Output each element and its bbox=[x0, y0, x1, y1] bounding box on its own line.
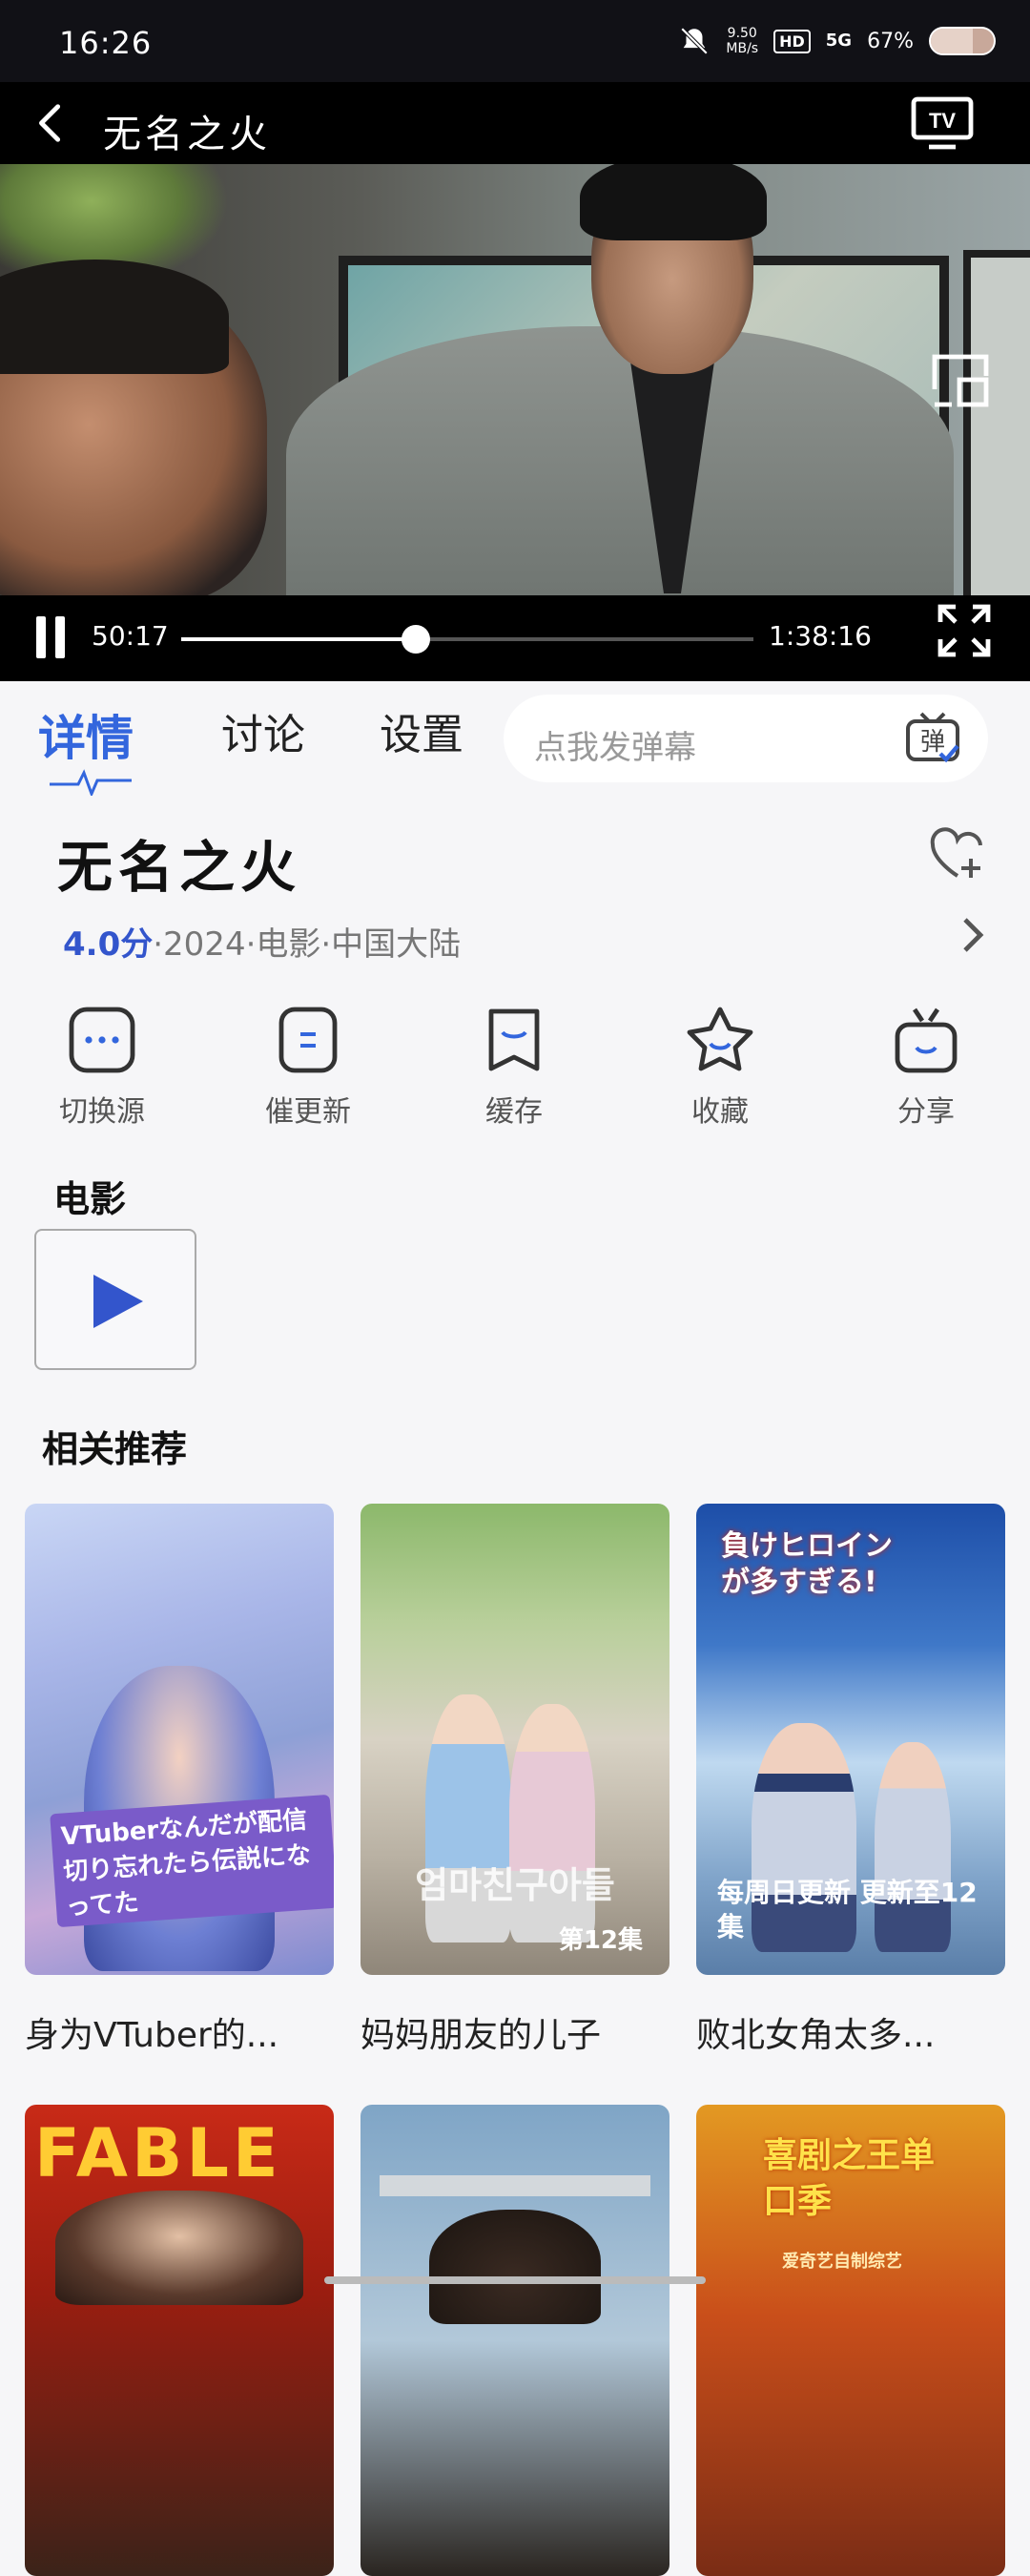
poster-image: FABLE bbox=[25, 2105, 334, 2576]
pause-button[interactable] bbox=[34, 616, 69, 658]
related-card[interactable]: FABLE bbox=[25, 2105, 334, 2576]
video-frame[interactable] bbox=[0, 164, 1030, 595]
related-card[interactable]: 엄마친구아들 第12集 妈妈朋友的儿子 bbox=[360, 1504, 670, 2057]
movie-section-title: 电影 bbox=[53, 1178, 127, 1220]
seek-bar[interactable] bbox=[181, 625, 753, 654]
follow-heart-icon[interactable] bbox=[927, 826, 988, 882]
danmu-icon-label: 弹 bbox=[920, 728, 945, 757]
svg-text:TV: TV bbox=[929, 109, 956, 133]
poster-text: 喜剧之王单口季 bbox=[763, 2136, 936, 2221]
status-bar: 16:26 9.50 MB/s HD 5G 67% bbox=[0, 0, 1030, 82]
share-button[interactable]: 分享 bbox=[855, 992, 998, 1130]
home-indicator[interactable] bbox=[324, 2276, 706, 2284]
chevron-right-icon[interactable] bbox=[961, 916, 986, 954]
action-label: 催更新 bbox=[265, 1095, 351, 1129]
video-meta: 4.0分·2024·电影·中国大陆 bbox=[63, 918, 461, 965]
cache-button[interactable]: 缓存 bbox=[443, 992, 586, 1130]
related-card[interactable]: VTuberなんだが配信切り忘れたら伝説になってた 身为VTuber的... bbox=[25, 1504, 334, 2057]
battery-percent: 67% bbox=[867, 29, 914, 53]
status-icons: 9.50 MB/s HD 5G 67% bbox=[678, 25, 996, 57]
video-title: 无名之火 bbox=[57, 835, 302, 900]
star-icon bbox=[687, 1007, 753, 1071]
related-title: 身为VTuber的... bbox=[25, 2016, 279, 2055]
fullscreen-icon[interactable] bbox=[937, 603, 992, 658]
poster-image bbox=[360, 2105, 670, 2576]
more-icon bbox=[69, 1007, 135, 1073]
episode-play-button[interactable] bbox=[34, 1229, 196, 1370]
tab-details[interactable]: 详情 bbox=[38, 700, 134, 769]
poster-text: 第12集 bbox=[558, 1926, 643, 1955]
battery-icon bbox=[929, 27, 996, 55]
share-icon bbox=[895, 1008, 958, 1073]
signal-icon: 5G bbox=[825, 31, 853, 51]
hd-badge: HD bbox=[773, 29, 811, 53]
meta-info: ·2024·电影·中国大陆 bbox=[153, 925, 462, 964]
player-header: 无名之火 TV bbox=[0, 82, 1030, 164]
urge-update-button[interactable]: 催更新 bbox=[237, 992, 380, 1130]
poster-image: 喜剧之王单口季 爱奇艺自制综艺 bbox=[696, 2105, 1005, 2576]
tab-bar: 详情 讨论 设置 点我发弹幕 弹 bbox=[0, 681, 1030, 805]
download-icon bbox=[488, 1008, 540, 1071]
poster-text: 每周日更新 更新至12集 bbox=[717, 1877, 978, 1942]
poster-text: VTuberなんだが配信切り忘れたら伝説になってた bbox=[50, 1794, 334, 1928]
score: 4.0分 bbox=[63, 925, 154, 964]
action-row: 切换源 催更新 缓存 收藏 分享 bbox=[0, 992, 1030, 1135]
duration: 1:38:16 bbox=[769, 620, 872, 652]
related-title: 败北女角太多... bbox=[696, 2016, 936, 2055]
switch-source-button[interactable]: 切换源 bbox=[31, 992, 174, 1130]
current-time: 50:17 bbox=[92, 620, 169, 652]
related-title: 妈妈朋友的儿子 bbox=[360, 2016, 602, 2055]
list-icon bbox=[278, 1007, 338, 1073]
active-tab-wave-icon bbox=[50, 769, 132, 796]
playback-controls: 50:17 1:38:16 bbox=[0, 595, 1030, 681]
back-arrow-icon[interactable] bbox=[29, 101, 72, 145]
danmu-input[interactable]: 点我发弹幕 弹 bbox=[504, 695, 988, 782]
poster-image: 負けヒロインが多すぎる! 每周日更新 更新至12集 bbox=[696, 1504, 1005, 1975]
picture-in-picture-icon[interactable] bbox=[929, 351, 992, 410]
action-label: 缓存 bbox=[485, 1095, 543, 1129]
danmu-placeholder: 点我发弹幕 bbox=[534, 729, 696, 767]
tab-discussion[interactable]: 讨论 bbox=[221, 700, 305, 761]
poster-subtext: 爱奇艺自制综艺 bbox=[782, 2252, 902, 2272]
danmu-toggle-icon[interactable]: 弹 bbox=[902, 708, 963, 769]
poster-image: 엄마친구아들 第12集 bbox=[360, 1504, 670, 1975]
favorite-button[interactable]: 收藏 bbox=[649, 992, 792, 1130]
poster-text: FABLE bbox=[34, 2114, 282, 2192]
poster-korean-title: 엄마친구아들 bbox=[415, 1864, 615, 1906]
net-speed: 9.50 MB/s bbox=[726, 26, 759, 56]
related-section-title: 相关推荐 bbox=[42, 1428, 188, 1470]
related-card[interactable]: 負けヒロインが多すぎる! 每周日更新 更新至12集 败北女角太多... bbox=[696, 1504, 1005, 2057]
mute-bell-icon bbox=[681, 27, 709, 55]
tab-settings[interactable]: 设置 bbox=[380, 700, 464, 761]
tv-cast-icon[interactable]: TV bbox=[910, 95, 975, 153]
seek-handle[interactable] bbox=[402, 625, 430, 654]
related-card[interactable] bbox=[360, 2105, 670, 2576]
related-card[interactable]: 喜剧之王单口季 爱奇艺自制综艺 bbox=[696, 2105, 1005, 2576]
poster-logo: 負けヒロインが多すぎる! bbox=[721, 1529, 893, 1599]
action-label: 收藏 bbox=[691, 1095, 749, 1129]
status-time: 16:26 bbox=[59, 25, 153, 61]
play-icon bbox=[93, 1275, 143, 1328]
action-label: 切换源 bbox=[59, 1095, 145, 1129]
poster-image: VTuberなんだが配信切り忘れたら伝説になってた bbox=[25, 1504, 334, 1975]
action-label: 分享 bbox=[897, 1095, 955, 1129]
player-title: 无名之火 bbox=[103, 113, 271, 156]
